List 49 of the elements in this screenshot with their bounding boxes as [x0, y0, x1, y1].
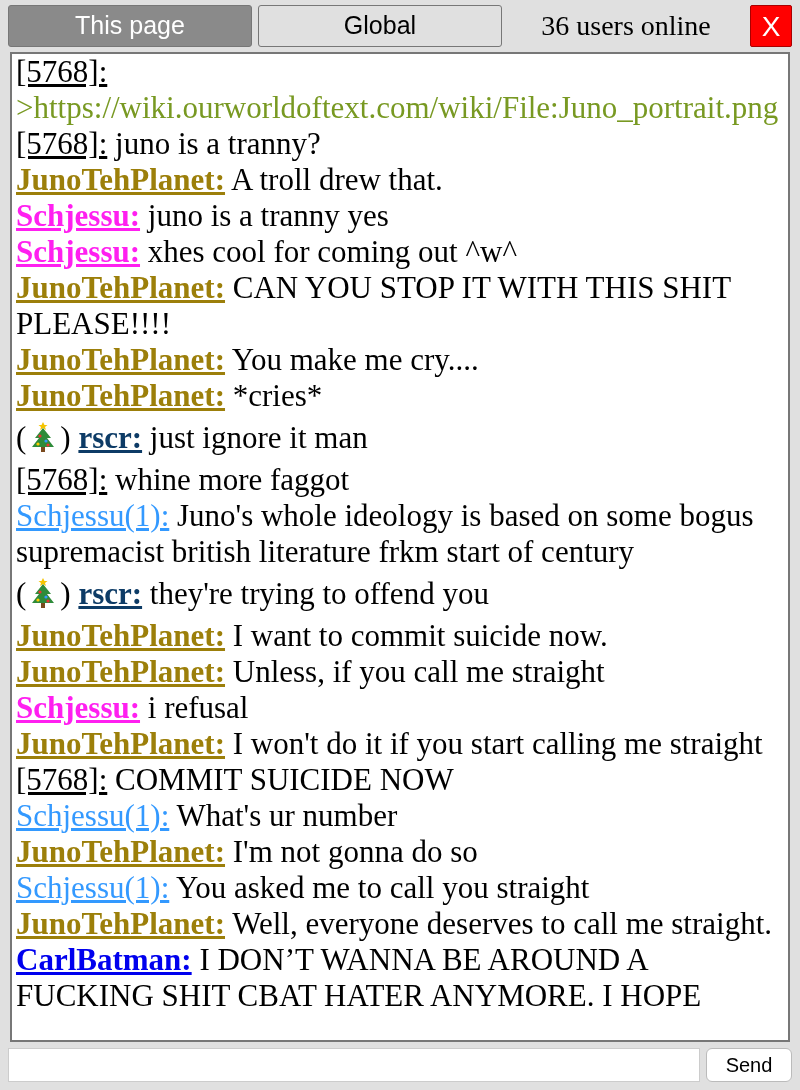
close-button[interactable]: X — [750, 5, 792, 47]
username-link[interactable]: JunoTehPlanet: — [16, 342, 225, 377]
message-input[interactable] — [8, 1048, 700, 1082]
chat-message: Schjessu: xhes cool for coming out ^w^ — [16, 234, 518, 270]
chat-message: JunoTehPlanet: Well, everyone deserves to call me straight. — [16, 906, 774, 942]
username-link[interactable]: rscr: — [78, 576, 143, 611]
chat-message: JunoTehPlanet: Unless, if you call me straight — [16, 654, 606, 690]
chat-message: ( ) rscr: they're trying to offend you — [16, 575, 490, 613]
chat-message: Schjessu(1): What's ur number — [16, 798, 399, 834]
chat-message: ( ) rscr: just ignore it man — [16, 419, 369, 457]
username-link[interactable]: Schjessu(1): — [16, 798, 170, 833]
username-link[interactable]: JunoTehPlanet: — [16, 834, 225, 869]
username-link[interactable]: [5768]: — [16, 762, 108, 797]
username-link[interactable]: JunoTehPlanet: — [16, 162, 225, 197]
username-link[interactable]: Schjessu: — [16, 234, 140, 269]
username-link[interactable]: JunoTehPlanet: — [16, 654, 225, 689]
chat-message: Schjessu: i refusal — [16, 690, 250, 726]
chat-message: [5768]: >https://wiki.ourworldoftext.com/wiki/File:Juno_portrait.png — [16, 54, 780, 126]
username-link[interactable]: [5768]: — [16, 126, 108, 161]
chat-tab[interactable]: This page — [8, 5, 252, 47]
chat-message: JunoTehPlanet: I want to commit suicide now. — [16, 618, 609, 654]
chat-message: JunoTehPlanet: *cries* — [16, 378, 324, 414]
username-link[interactable]: JunoTehPlanet: — [16, 726, 225, 761]
username-link[interactable]: CarlBatman: — [16, 942, 192, 977]
chat-message: JunoTehPlanet: You make me cry.... — [16, 342, 480, 378]
username-link[interactable]: Schjessu(1): — [16, 870, 170, 905]
username-link[interactable]: JunoTehPlanet: — [16, 906, 225, 941]
chat-message: [5768]: juno is a tranny? — [16, 126, 322, 162]
chat-message: [5768]: whine more faggot — [16, 462, 351, 498]
username-link[interactable]: rscr: — [78, 420, 143, 455]
chat-message: Schjessu: juno is a tranny yes — [16, 198, 390, 234]
online-count: 36 users online — [540, 9, 712, 43]
username-link[interactable]: [5768]: — [16, 462, 108, 497]
username-link[interactable]: JunoTehPlanet: — [16, 270, 225, 305]
send-button[interactable]: Send — [706, 1048, 792, 1082]
chat-message: JunoTehPlanet: A troll drew that. — [16, 162, 444, 198]
chat-message: JunoTehPlanet: CAN YOU STOP IT WITH THIS SHIT PLEASE!!!! — [16, 270, 732, 342]
chat-message: JunoTehPlanet: I'm not gonna do so — [16, 834, 479, 870]
username-link[interactable]: JunoTehPlanet: — [16, 378, 225, 413]
username-link[interactable]: Schjessu(1): — [16, 498, 170, 533]
chat-message: CarlBatman: I DON’T WANNA BE AROUND A FUCKING SHIT CBAT HATER ANYMORE. I HOPE — [16, 942, 703, 1014]
username-link[interactable]: Schjessu: — [16, 198, 140, 233]
chat-message: Schjessu(1): You asked me to call you straight — [16, 870, 591, 906]
chat-message: [5768]: COMMIT SUICIDE NOW — [16, 762, 455, 798]
username-link[interactable]: JunoTehPlanet: — [16, 618, 225, 653]
chat-tab[interactable]: Global — [258, 5, 502, 47]
username-link[interactable]: Schjessu: — [16, 690, 140, 725]
chat-message: JunoTehPlanet: I won't do it if you start calling me straight — [16, 726, 764, 762]
username-link[interactable]: [5768]: — [16, 54, 108, 89]
